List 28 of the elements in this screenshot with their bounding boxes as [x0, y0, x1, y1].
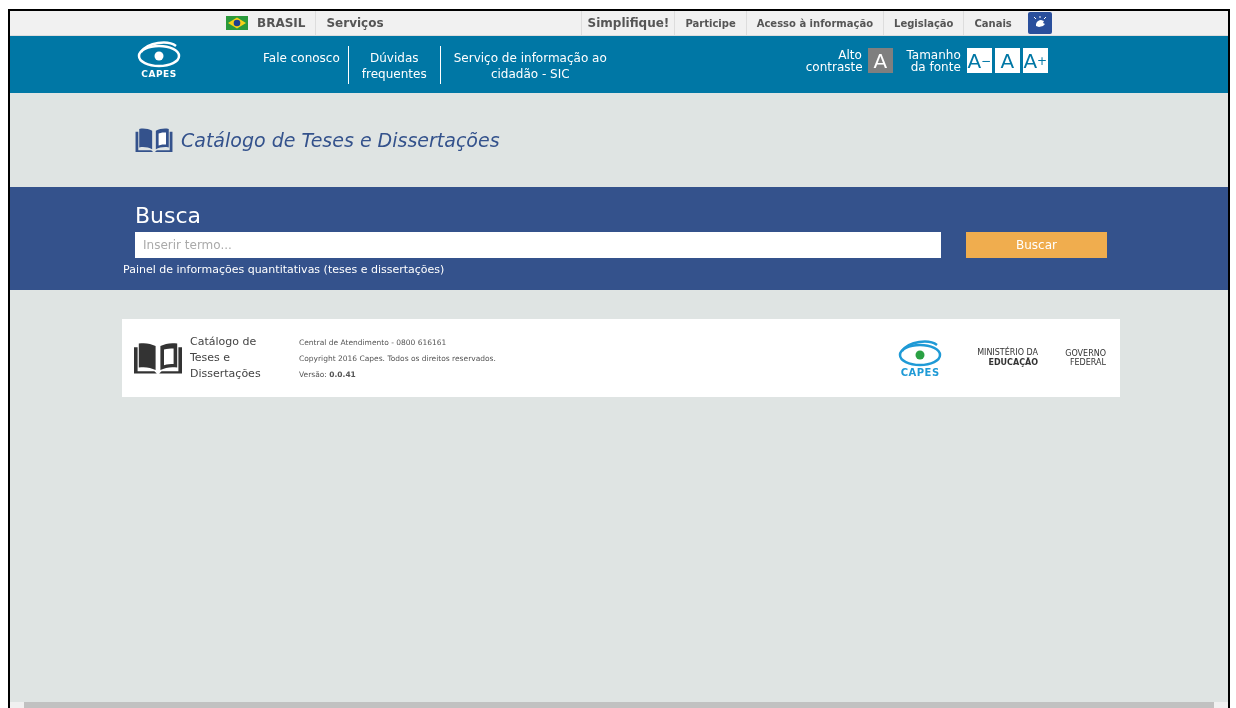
footer-title: Catálogo de Teses e Dissertações: [190, 334, 262, 382]
brazil-flag-icon: [226, 16, 248, 30]
horizontal-scrollbar[interactable]: [24, 702, 1214, 708]
font-size-label: Tamanho da fonte: [905, 48, 961, 73]
header-link[interactable]: Dúvidas frequentes: [347, 46, 440, 84]
ministry-logo: MINISTÉRIO DA EDUCAÇÃO: [977, 348, 1038, 368]
header-link[interactable]: Fale conosco: [255, 46, 348, 84]
top-nav-link[interactable]: Legislação: [883, 11, 964, 35]
top-nav-link[interactable]: Acesso à informação: [745, 11, 884, 35]
country-link[interactable]: BRASIL: [257, 16, 306, 30]
font-size-button[interactable]: A$^{+}$: [1022, 48, 1048, 73]
panel-link[interactable]: Painel de informações quantitativas (teses e dissertações): [123, 263, 445, 276]
page-title: Catálogo de Teses e Dissertações: [181, 129, 500, 151]
top-nav-link[interactable]: Simplifique!: [581, 11, 675, 35]
search-heading: Busca: [135, 203, 203, 229]
font-size-button[interactable]: A: [994, 48, 1020, 73]
government-logo: GOVERNO FEDERAL: [1064, 349, 1106, 367]
header-link[interactable]: Serviço de informação ao cidadão - SIC: [439, 46, 620, 84]
top-nav-link[interactable]: Participe: [674, 11, 746, 35]
capes-logo: CAPES: [897, 338, 944, 378]
top-nav-link[interactable]: Canais: [963, 11, 1022, 35]
contrast-label: Alto contraste: [805, 48, 862, 73]
high-contrast-button[interactable]: A: [867, 48, 893, 73]
open-book-icon: [134, 342, 182, 374]
font-size-button[interactable]: A$^{−}$: [966, 48, 992, 73]
top-nav-link[interactable]: Serviços: [315, 11, 582, 35]
search-field[interactable]: Inserir termo...: [135, 232, 941, 258]
open-book-icon: [135, 128, 173, 152]
